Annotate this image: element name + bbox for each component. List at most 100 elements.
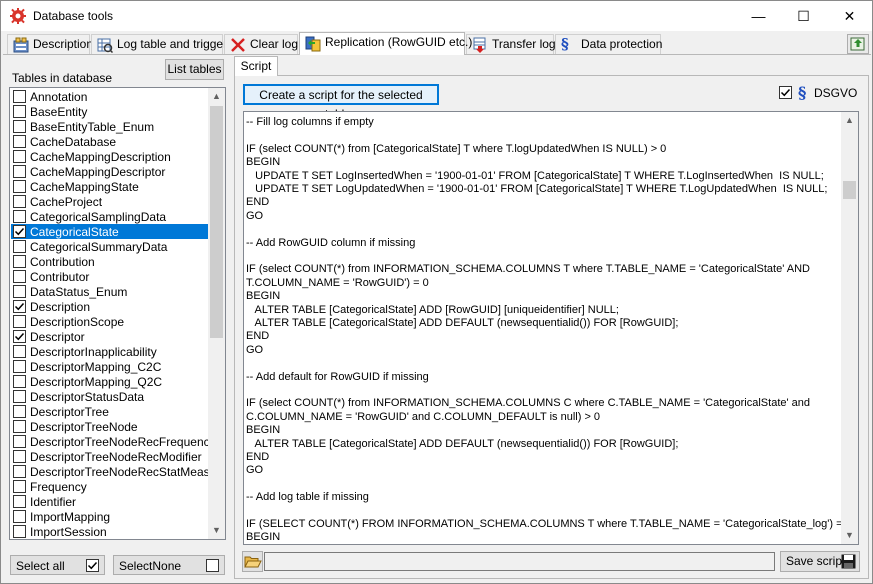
tables-list-scrollbar[interactable]: ▲ ▼ (208, 88, 225, 539)
table-checkbox[interactable] (13, 360, 26, 373)
table-name: ImportSession (30, 525, 107, 539)
table-checkbox[interactable] (13, 465, 26, 478)
table-list-item[interactable]: CategoricalSamplingData (11, 209, 208, 224)
table-checkbox[interactable] (13, 225, 26, 238)
table-checkbox[interactable] (13, 135, 26, 148)
table-checkbox[interactable] (13, 315, 26, 328)
tab-description[interactable]: Description (7, 34, 93, 54)
table-list-item[interactable]: DescriptorTreeNodeRecStatMeasure (11, 464, 225, 479)
table-checkbox[interactable] (13, 405, 26, 418)
dsgvo-box[interactable] (779, 86, 792, 99)
table-list-item[interactable]: BaseEntity (11, 104, 208, 119)
script-path-input[interactable] (264, 552, 775, 571)
table-name: DescriptorStatusData (30, 390, 145, 404)
script-line: BEGIN (246, 531, 281, 544)
table-list-item[interactable]: DescriptorMapping_Q2C (11, 374, 208, 389)
table-list-item[interactable]: Contributor (11, 269, 208, 284)
script-line: ALTER TABLE [CategoricalState] ADD DEFAU… (246, 437, 679, 450)
export-button[interactable] (847, 34, 869, 54)
table-checkbox[interactable] (13, 435, 26, 448)
table-list-item[interactable]: CacheProject (11, 194, 208, 209)
table-list-item[interactable]: DescriptorTreeNodeRecFrequency (11, 434, 216, 449)
table-list-item[interactable]: CategoricalSummaryData (11, 239, 208, 254)
table-list-item[interactable]: Description (11, 299, 208, 314)
table-list-item[interactable]: Contribution (11, 254, 208, 269)
script-scrollbar[interactable]: ▲ ▼ (841, 112, 858, 544)
tab-replication[interactable]: Replication (RowGUID etc.) (299, 32, 472, 55)
table-checkbox[interactable] (13, 480, 26, 493)
select-all-box[interactable] (86, 559, 99, 572)
table-checkbox[interactable] (13, 300, 26, 313)
gear-icon (10, 8, 26, 24)
table-checkbox[interactable] (13, 105, 26, 118)
table-checkbox[interactable] (13, 270, 26, 283)
table-list-item[interactable]: Descriptor (11, 329, 208, 344)
table-list-item[interactable]: DescriptorTree (11, 404, 208, 419)
script-line: IF (select COUNT(*) from INFORMATION_SCH… (246, 397, 811, 410)
table-checkbox[interactable] (13, 240, 26, 253)
save-script-button[interactable]: Save script (780, 551, 860, 572)
table-checkbox[interactable] (13, 375, 26, 388)
table-checkbox[interactable] (13, 420, 26, 433)
table-checkbox[interactable] (13, 120, 26, 133)
script-textbox[interactable]: -- Fill log columns if empty IF (select C… (243, 111, 859, 545)
table-checkbox[interactable] (13, 495, 26, 508)
close-button[interactable]: ✕ (827, 1, 872, 31)
table-list-item[interactable]: ImportMapping (11, 509, 208, 524)
scroll-down-arrow[interactable]: ▼ (208, 522, 225, 539)
scroll-up-arrow[interactable]: ▲ (208, 88, 225, 105)
select-all-checkbox[interactable]: Select all (10, 555, 105, 575)
table-name: DescriptorTreeNodeRecModifier (30, 450, 202, 464)
table-list-item[interactable]: CategoricalState (11, 224, 208, 239)
table-checkbox[interactable] (13, 150, 26, 163)
table-list-item[interactable]: DescriptorTreeNode (11, 419, 208, 434)
table-list-item[interactable]: CacheDatabase (11, 134, 208, 149)
table-checkbox[interactable] (13, 510, 26, 523)
maximize-button[interactable]: ☐ (781, 1, 826, 31)
scroll-thumb[interactable] (210, 106, 223, 338)
tab-clear-log[interactable]: Clear log (224, 34, 298, 54)
tab-script[interactable]: Script (234, 56, 278, 76)
table-checkbox[interactable] (13, 210, 26, 223)
table-list-item[interactable]: CacheMappingState (11, 179, 208, 194)
table-list-item[interactable]: Identifier (11, 494, 208, 509)
table-checkbox[interactable] (13, 390, 26, 403)
tab-transfer-log[interactable]: Transfer log (466, 34, 556, 54)
scroll-up-arrow[interactable]: ▲ (841, 112, 858, 129)
table-checkbox[interactable] (13, 180, 26, 193)
table-checkbox[interactable] (13, 525, 26, 538)
table-checkbox[interactable] (13, 345, 26, 358)
tab-log-table[interactable]: Log table and trigger (91, 34, 227, 54)
table-checkbox[interactable] (13, 285, 26, 298)
table-list-item[interactable]: DescriptorMapping_C2C (11, 359, 208, 374)
select-none-box[interactable] (206, 559, 219, 572)
table-checkbox[interactable] (13, 330, 26, 343)
table-list-item[interactable]: DescriptorInapplicability (11, 344, 208, 359)
table-list-item[interactable]: CacheMappingDescriptor (11, 164, 208, 179)
tab-data-protection[interactable]: § Data protection (555, 34, 662, 54)
scroll-thumb[interactable] (843, 181, 856, 199)
tables-list[interactable]: ImportSession ImportMapping Identifier Freq… (9, 87, 226, 540)
minimize-button[interactable]: — (736, 1, 781, 31)
list-tables-button[interactable]: List tables (165, 59, 224, 80)
script-line: END (246, 196, 270, 209)
select-none-checkbox[interactable]: SelectNone (113, 555, 225, 575)
table-checkbox[interactable] (13, 90, 26, 103)
open-folder-button[interactable] (242, 551, 263, 572)
table-checkbox[interactable] (13, 255, 26, 268)
table-list-item[interactable]: Annotation (11, 89, 208, 104)
create-script-button[interactable]: Create a script for the selected tables (243, 84, 439, 121)
script-line: IF (select COUNT(*) from [CategoricalSta… (246, 142, 667, 155)
table-checkbox[interactable] (13, 165, 26, 178)
table-checkbox[interactable] (13, 195, 26, 208)
table-list-item[interactable]: BaseEntityTable_Enum (11, 119, 208, 134)
table-list-item[interactable]: Frequency (11, 479, 208, 494)
scroll-down-arrow[interactable]: ▼ (841, 527, 858, 544)
table-list-item[interactable]: DescriptorTreeNodeRecModifier (11, 449, 208, 464)
table-list-item[interactable]: CacheMappingDescription (11, 149, 208, 164)
table-list-item[interactable]: DataStatus_Enum (11, 284, 208, 299)
table-checkbox[interactable] (13, 450, 26, 463)
table-list-item[interactable]: DescriptionScope (11, 314, 208, 329)
table-list-item[interactable]: DescriptorStatusData (11, 389, 208, 404)
table-list-item[interactable]: ImportSession (11, 524, 208, 539)
